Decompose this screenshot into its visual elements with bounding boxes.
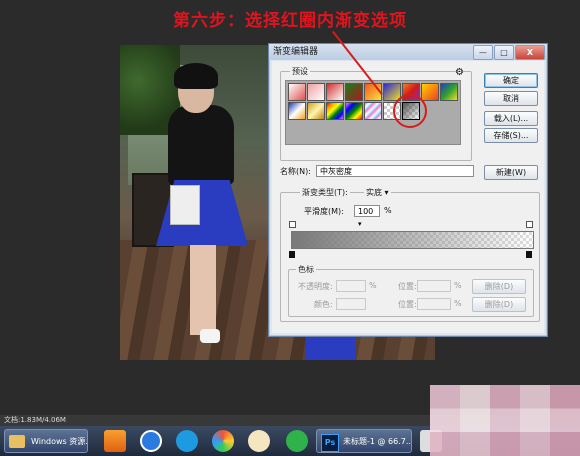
smoothness-value: 100 xyxy=(358,207,374,216)
color-stop-left[interactable] xyxy=(289,251,295,258)
photo-bag xyxy=(170,185,200,225)
chevron-down-icon: ▾ xyxy=(384,188,389,197)
color-location-label: 位置: xyxy=(398,300,417,309)
document-size-info: 文档:1.83M/4.06M xyxy=(4,416,66,424)
new-button[interactable]: 新建(W) xyxy=(484,165,538,180)
delete-opacity-stop-button[interactable]: 删除(D) xyxy=(472,279,526,294)
network-icon[interactable] xyxy=(176,430,198,452)
opacity-unit: % xyxy=(369,281,377,290)
name-field[interactable]: 中灰密度 xyxy=(316,165,474,177)
opacity-location-label: 位置: xyxy=(398,282,417,291)
opacity-label: 不透明度: xyxy=(298,282,333,291)
watermark-mosaic-overlay xyxy=(430,385,580,456)
opacity-location-unit: % xyxy=(454,281,462,290)
folder-icon xyxy=(9,435,25,448)
gear-icon[interactable]: ⚙ xyxy=(455,67,464,78)
annotation-highlight-circle xyxy=(393,94,427,128)
smoothness-label: 平滑度(M): xyxy=(304,207,344,216)
preset-swatch[interactable] xyxy=(421,83,439,101)
preset-swatch[interactable] xyxy=(364,102,382,120)
preset-swatch[interactable] xyxy=(288,102,306,120)
ok-button[interactable]: 确定 xyxy=(484,73,538,88)
preset-swatch[interactable] xyxy=(288,83,306,101)
minimize-button[interactable]: — xyxy=(473,45,493,60)
opacity-stop-right[interactable] xyxy=(526,221,533,228)
gradient-type-label: 渐变类型(T): xyxy=(300,187,350,198)
preset-swatch[interactable] xyxy=(307,83,325,101)
color-swatch-field xyxy=(336,298,366,310)
taskbar-photoshop[interactable]: Ps 未标题-1 @ 66.7... xyxy=(316,429,412,453)
cancel-button[interactable]: 取消 xyxy=(484,91,538,106)
media-player-icon[interactable] xyxy=(104,430,126,452)
photo-shoe xyxy=(200,329,220,343)
photo-woman-top xyxy=(168,105,234,185)
browser-icon[interactable] xyxy=(212,430,234,452)
preset-swatch[interactable] xyxy=(326,102,344,120)
color-label: 颜色: xyxy=(314,300,333,309)
dialog-titlebar[interactable]: 渐变编辑器 — □ X xyxy=(269,44,547,60)
smoothness-field[interactable]: 100 ▾ xyxy=(354,205,380,228)
gradient-editor-dialog: 渐变编辑器 — □ X 预设 ⚙ 确定 取消 载入(L)... 存储(S)...… xyxy=(268,43,548,337)
dialog-title: 渐变编辑器 xyxy=(273,47,319,57)
delete-color-stop-button[interactable]: 删除(D) xyxy=(472,297,526,312)
color-stop-right[interactable] xyxy=(526,251,532,258)
photo-legs xyxy=(190,245,216,335)
preset-swatch[interactable] xyxy=(345,83,363,101)
gradient-type-select[interactable]: 实底 ▾ xyxy=(364,187,391,198)
gradient-preview-bar[interactable] xyxy=(291,231,534,249)
color-location-unit: % xyxy=(454,299,462,308)
taskbar-explorer-label: Windows 资源... xyxy=(31,437,88,446)
name-label: 名称(N): xyxy=(280,167,311,176)
chevron-down-icon: ▾ xyxy=(358,220,362,228)
opacity-field xyxy=(336,280,366,292)
photoshop-icon: Ps xyxy=(321,434,339,452)
close-button[interactable]: X xyxy=(515,45,545,60)
gradient-type-value: 实底 xyxy=(366,188,382,197)
app-icon[interactable] xyxy=(248,430,270,452)
load-button[interactable]: 载入(L)... xyxy=(484,111,538,126)
photo-skirt-fragment xyxy=(306,335,356,360)
taskbar-photoshop-label: 未标题-1 @ 66.7... xyxy=(343,437,412,446)
presets-label: 预设 xyxy=(290,66,310,77)
taskbar-explorer[interactable]: Windows 资源... xyxy=(4,429,88,453)
preset-swatch[interactable] xyxy=(345,102,363,120)
color-stops-label: 色标 xyxy=(296,264,316,275)
opacity-location-field xyxy=(417,280,451,292)
opacity-stop-left[interactable] xyxy=(289,221,296,228)
color-location-field xyxy=(417,298,451,310)
kugou-icon[interactable] xyxy=(140,430,162,452)
refresh-icon[interactable] xyxy=(286,430,308,452)
save-button[interactable]: 存储(S)... xyxy=(484,128,538,143)
smoothness-unit: % xyxy=(384,206,392,215)
tutorial-heading: 第六步：选择红圈内渐变选项 xyxy=(173,11,407,31)
window-controls: — □ X xyxy=(473,45,545,60)
preset-swatch-grid xyxy=(285,80,461,145)
preset-swatch[interactable] xyxy=(326,83,344,101)
maximize-button[interactable]: □ xyxy=(494,45,514,60)
preset-swatch[interactable] xyxy=(307,102,325,120)
photo-woman-hair xyxy=(174,63,218,89)
preset-swatch[interactable] xyxy=(440,83,458,101)
